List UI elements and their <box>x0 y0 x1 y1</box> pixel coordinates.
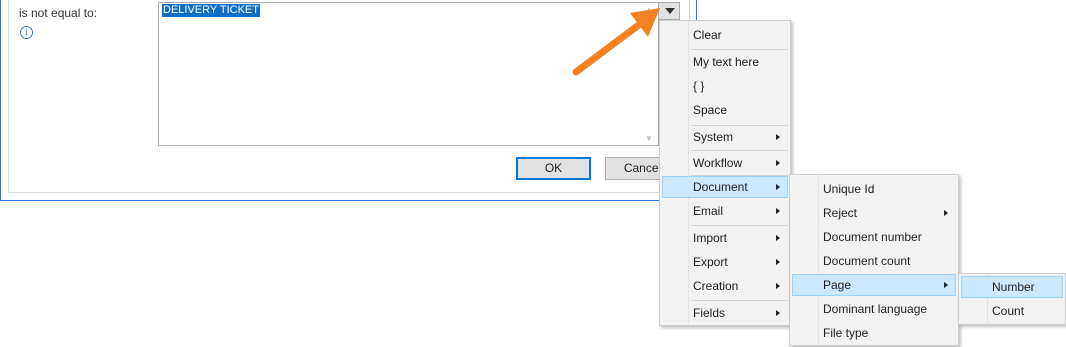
menu-item-workflow[interactable]: Workflow <box>662 152 788 174</box>
menu-item-page[interactable]: Page <box>792 274 956 296</box>
menu-item-unique-id[interactable]: Unique Id <box>792 178 956 200</box>
page-submenu: Number Count <box>958 273 1066 325</box>
chevron-right-icon <box>944 282 948 288</box>
condition-label: is not equal to: <box>19 6 98 20</box>
chevron-right-icon <box>776 160 780 166</box>
chevron-right-icon <box>776 259 780 265</box>
menu-separator <box>691 225 788 226</box>
menu-item-system[interactable]: System <box>662 126 788 148</box>
menu-item-braces[interactable]: { } <box>662 75 788 97</box>
menu-separator <box>691 49 788 50</box>
chevron-right-icon <box>776 235 780 241</box>
menu-item-count[interactable]: Count <box>961 300 1063 322</box>
menu-separator <box>691 300 788 301</box>
menu-item-export[interactable]: Export <box>662 251 788 273</box>
menu-item-file-type[interactable]: File type <box>792 322 956 344</box>
menu-separator <box>691 150 788 151</box>
menu-item-dominant-language[interactable]: Dominant language <box>792 298 956 320</box>
insert-context-menu: Clear My text here { } Space System Work… <box>659 20 791 326</box>
chevron-right-icon <box>776 208 780 214</box>
menu-item-clear[interactable]: Clear <box>662 24 788 46</box>
selected-text: DELIVERY TICKET <box>162 4 260 17</box>
chevron-right-icon <box>776 310 780 316</box>
chevron-right-icon <box>776 134 780 140</box>
menu-item-fields[interactable]: Fields <box>662 302 788 324</box>
chevron-right-icon <box>944 210 948 216</box>
menu-item-document-count[interactable]: Document count <box>792 250 956 272</box>
info-icon[interactable]: i <box>20 26 33 39</box>
menu-item-reject[interactable]: Reject <box>792 202 956 224</box>
menu-item-import[interactable]: Import <box>662 227 788 249</box>
menu-item-email[interactable]: Email <box>662 200 788 222</box>
callout-arrow-icon <box>572 8 660 76</box>
chevron-right-icon <box>776 184 780 190</box>
document-submenu: Unique Id Reject Document number Documen… <box>789 174 959 346</box>
menu-item-my-text-here[interactable]: My text here <box>662 51 788 73</box>
chevron-right-icon <box>776 283 780 289</box>
menu-item-space[interactable]: Space <box>662 99 788 121</box>
menu-item-document-number[interactable]: Document number <box>792 226 956 248</box>
scroll-down-icon[interactable]: ▼ <box>645 134 653 143</box>
menu-item-number[interactable]: Number <box>961 276 1063 298</box>
menu-item-document[interactable]: Document <box>662 176 788 198</box>
ok-button[interactable]: OK <box>516 157 591 180</box>
menu-item-creation[interactable]: Creation <box>662 275 788 297</box>
